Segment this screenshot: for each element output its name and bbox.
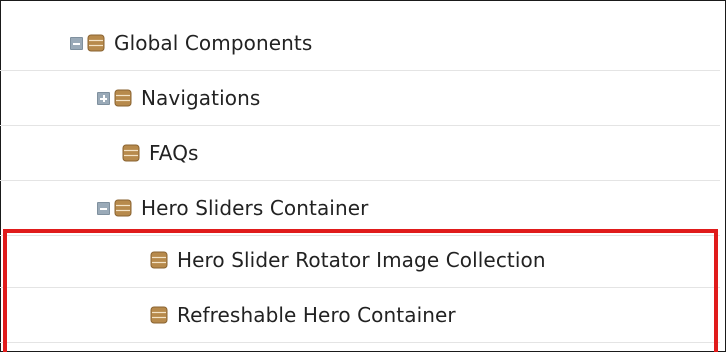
collapse-toggle-icon[interactable] xyxy=(70,36,83,50)
tree-node[interactable]: Refreshable Hero Container xyxy=(150,288,456,342)
tree-node[interactable]: Hero Slider Rotator Image Collection xyxy=(150,233,546,287)
tree-node-label: Global Components xyxy=(114,31,313,55)
tree-row-faqs[interactable]: FAQs xyxy=(0,126,720,181)
tree-row-global-components[interactable]: Global Components xyxy=(0,16,720,71)
database-icon xyxy=(150,306,168,324)
database-icon xyxy=(114,199,132,217)
database-icon xyxy=(87,34,105,52)
expand-toggle-icon[interactable] xyxy=(97,91,110,105)
tree-row-hero-sliders-container[interactable]: Hero Sliders Container xyxy=(0,181,720,236)
tree-row-refreshable-hero-container[interactable]: Refreshable Hero Container xyxy=(0,288,720,343)
database-icon xyxy=(114,89,132,107)
database-icon xyxy=(150,251,168,269)
database-icon xyxy=(122,144,140,162)
tree-node-label: Refreshable Hero Container xyxy=(177,303,456,327)
tree-node-label: FAQs xyxy=(149,141,199,165)
tree-node-label: Hero Sliders Container xyxy=(141,196,369,220)
tree-row-navigations[interactable]: Navigations xyxy=(0,71,720,126)
tree-node-label: Navigations xyxy=(141,86,261,110)
tree-node[interactable]: Hero Sliders Container xyxy=(97,181,368,235)
tree-node[interactable]: FAQs xyxy=(122,126,199,180)
tree-row-hero-slider-rotator-image-collection[interactable]: Hero Slider Rotator Image Collection xyxy=(0,233,720,288)
tree-node[interactable]: Navigations xyxy=(97,71,260,125)
tree-node-label: Hero Slider Rotator Image Collection xyxy=(177,248,546,272)
tree-node[interactable]: Global Components xyxy=(70,16,312,70)
collapse-toggle-icon[interactable] xyxy=(97,201,110,215)
